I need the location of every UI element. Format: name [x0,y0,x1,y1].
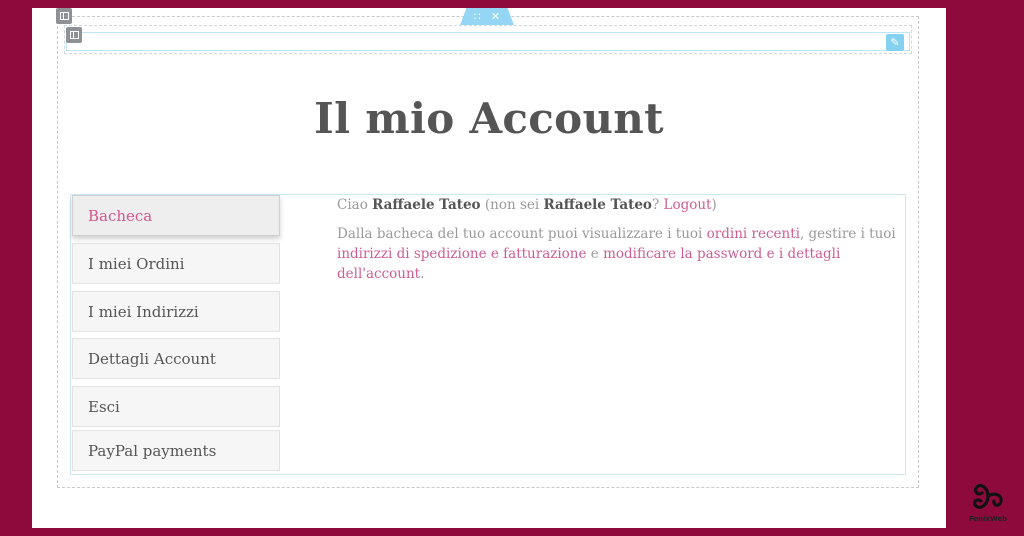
not-you-user: Raffaele Tateo [543,197,652,213]
fenixweb-logo: FenixWeb [960,478,1016,526]
nav-item-indirizzi[interactable]: I miei Indirizzi [72,291,280,332]
greeting-user: Raffaele Tateo [372,197,481,213]
dashboard-content: Ciao Raffaele Tateo (non sei Raffaele Ta… [337,195,907,284]
description-text: , gestire i tuoi [799,226,896,242]
description-text: e [590,246,599,262]
description-text: . [420,266,425,282]
logout-link[interactable]: Logout [663,197,711,213]
nav-item-label: Bacheca [88,206,153,225]
nav-item-ordini[interactable]: I miei Ordini [72,243,280,284]
triskelion-icon [972,484,1003,509]
not-you-question: ? [651,197,660,213]
column-grid-icon [69,31,79,39]
section-handle[interactable] [56,8,72,24]
nav-item-esci[interactable]: Esci [72,386,280,427]
page-title: Il mio Account [314,94,664,143]
nav-item-label: I miei Ordini [88,254,185,273]
edit-widget-button[interactable]: ✎ [886,34,904,51]
greeting-hello: Ciao [337,197,368,213]
section-toolbar[interactable]: ∷ ✕ [460,8,514,25]
widget-outline [66,32,910,51]
page-canvas: ∷ ✕ ✎ Il mio Account Bacheca I miei Ordi… [32,8,946,528]
nav-item-dettagli-account[interactable]: Dettagli Account [72,338,280,379]
nav-item-label: I miei Indirizzi [88,302,199,321]
nav-item-label: PayPal payments [88,441,217,460]
recent-orders-link[interactable]: ordini recenti [707,226,800,242]
column-handle[interactable] [66,27,82,43]
not-you-prefix: (non sei [484,197,540,213]
nav-item-label: Esci [88,397,120,416]
logo-text: FenixWeb [968,515,1008,523]
nav-item-label: Dettagli Account [88,349,216,368]
dashboard-description: Dalla bacheca del tuo account puoi visua… [337,224,907,284]
close-paren: ) [711,197,717,213]
description-text: Dalla bacheca del tuo account puoi visua… [337,226,703,242]
close-icon[interactable]: ✕ [491,11,500,22]
pencil-icon: ✎ [890,36,900,49]
nav-item-paypal-payments[interactable]: PayPal payments [72,430,280,471]
greeting-text: Ciao Raffaele Tateo (non sei Raffaele Ta… [337,195,907,215]
drag-dots-icon[interactable]: ∷ [474,11,481,22]
addresses-link[interactable]: indirizzi di spedizione e fatturazione [337,246,587,262]
nav-item-bacheca[interactable]: Bacheca [72,195,280,236]
column-grid-icon [59,12,69,20]
